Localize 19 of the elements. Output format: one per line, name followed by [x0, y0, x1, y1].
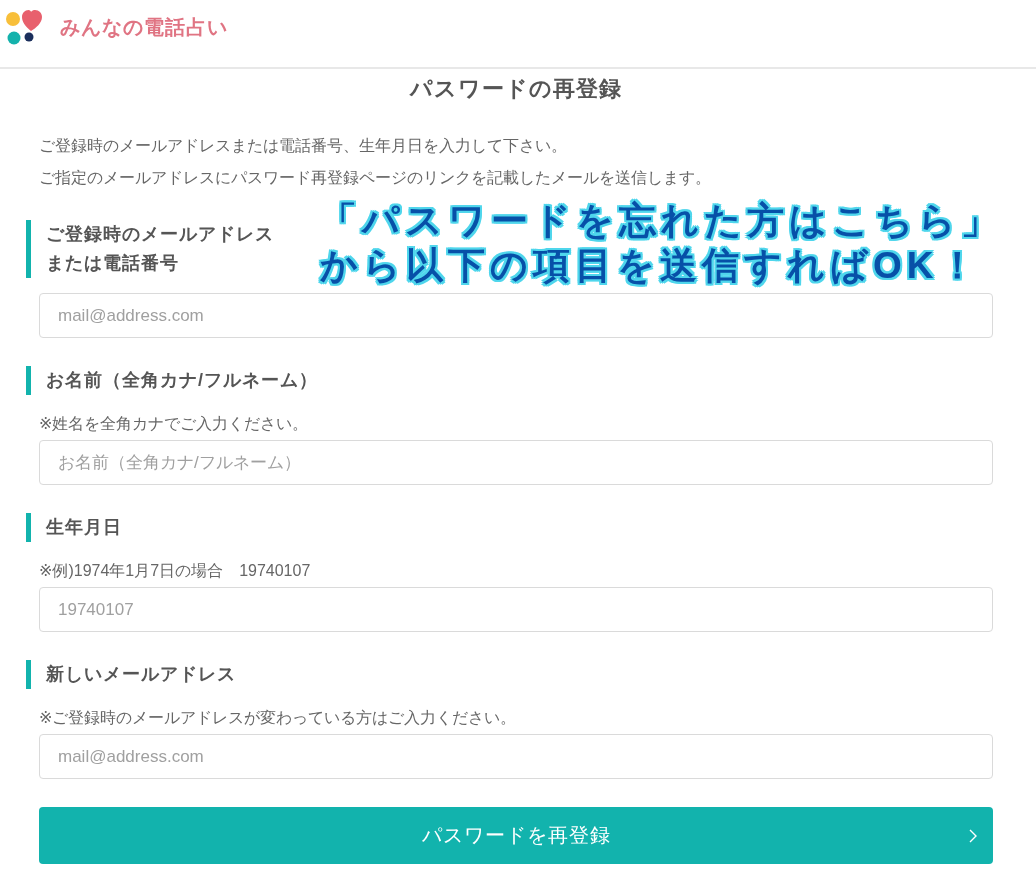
input-field[interactable]: 19740107 — [39, 587, 993, 632]
field-label: お名前（全角カナ/フルネーム） — [26, 366, 318, 395]
field-label: 新しいメールアドレス — [26, 660, 236, 689]
input-field[interactable]: お名前（全角カナ/フルネーム） — [39, 440, 993, 485]
field-note: ※例)1974年1月7日の場合 19740107 — [39, 561, 312, 581]
input-field[interactable]: mail@address.com — [39, 293, 993, 338]
intro-text: ご登録時のメールアドレスまたは電話番号、生年月日を入力して下さい。 — [39, 136, 568, 156]
field-note: ※姓名を全角カナでご入力ください。 — [39, 414, 310, 434]
page-title: パスワードの再登録 — [408, 75, 623, 103]
field-note: ※ご登録時のメールアドレスが変わっている方はご入力ください。 — [39, 708, 518, 728]
input-field[interactable]: mail@address.com — [39, 734, 993, 779]
submit-button[interactable]: パスワードを再登録 — [39, 807, 993, 864]
field-label: 生年月日 — [26, 513, 122, 542]
overlay-caption: 「パスワードを忘れた方はこちら」 から以下の項目を送信すればOK！ — [320, 199, 1003, 288]
logo-text[interactable]: みんなの電話占い — [60, 12, 228, 42]
field-label: ご登録時のメールアドレス または電話番号 — [26, 220, 274, 278]
chevron-right-icon — [969, 829, 977, 843]
logo-icon[interactable] — [5, 9, 45, 45]
intro-text: ご指定のメールアドレスにパスワード再登録ページのリンクを記載したメールを送信します。 — [39, 168, 712, 188]
